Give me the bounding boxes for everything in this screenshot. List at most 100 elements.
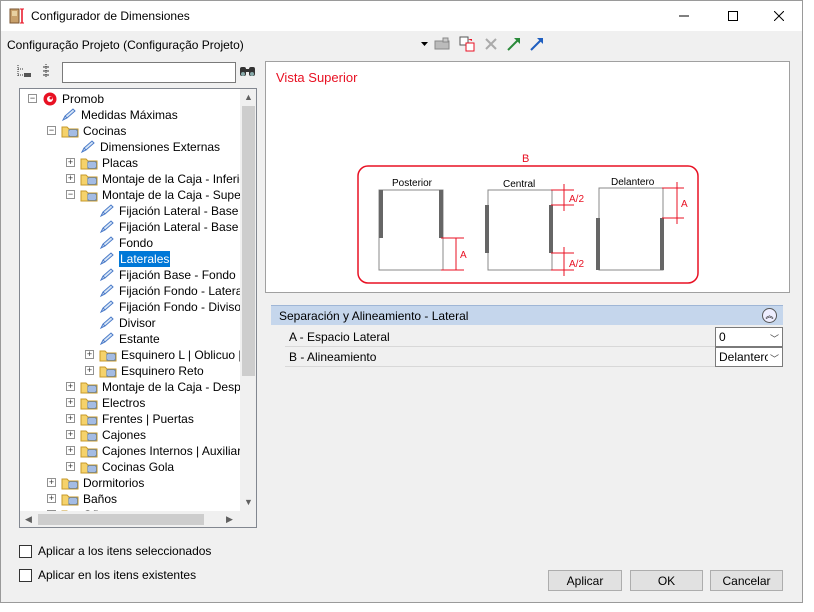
tree-item-label: Montaje de la Caja - Inferior xyxy=(102,172,240,186)
expand-all-button[interactable] xyxy=(15,63,33,82)
espacio-lateral-select[interactable]: 0 ﹀ xyxy=(715,327,783,347)
ok-button[interactable]: OK xyxy=(630,570,703,591)
tree-item[interactable]: Cajones xyxy=(80,427,146,443)
close-button[interactable] xyxy=(756,1,802,31)
tree-item-label: Fijación Lateral - Base Inf xyxy=(119,204,240,218)
folder-icon xyxy=(80,462,98,474)
app-icon xyxy=(9,8,24,24)
tree-expander-icon[interactable]: + xyxy=(66,398,75,407)
tree-expander-icon[interactable]: − xyxy=(47,126,56,135)
tree-item[interactable]: Fondo xyxy=(99,235,153,251)
scroll-left-icon[interactable]: ◀ xyxy=(25,514,32,525)
search-button[interactable] xyxy=(239,64,256,81)
tree-item[interactable]: Laterales xyxy=(99,251,171,267)
apply-selected-checkbox[interactable] xyxy=(19,544,32,558)
box-delantero xyxy=(598,187,664,271)
tree-item[interactable]: Montaje de la Caja - Inferior xyxy=(80,171,240,187)
config-tree[interactable]: − Promob Medidas Máximas − Cocinas Dimensione… xyxy=(19,88,257,528)
tree-expander-icon[interactable]: + xyxy=(66,382,75,391)
tree-item[interactable]: Fijación Fondo - Lateral xyxy=(99,283,240,299)
tree-expander-icon[interactable]: + xyxy=(66,462,75,471)
tree-item[interactable]: Frentes | Puertas xyxy=(80,411,194,427)
tree-expander-icon[interactable]: + xyxy=(47,494,56,503)
panel-delantero-left xyxy=(596,218,600,270)
tree-expander-icon[interactable]: + xyxy=(66,414,75,423)
dialog-window: Configurador de Dimensiones Configuração… xyxy=(0,0,803,603)
pencil-icon xyxy=(80,140,95,154)
folder-icon xyxy=(80,398,98,410)
collapse-all-button[interactable] xyxy=(39,63,53,82)
label-a2-bottom: A/2 xyxy=(569,259,584,270)
tree-expander-icon[interactable]: + xyxy=(66,430,75,439)
tree-item[interactable]: Dormitorios xyxy=(61,475,144,491)
alineamiento-select[interactable]: Delantero ﹀ xyxy=(715,347,783,367)
apply-existing-option[interactable]: Aplicar en los itens existentes xyxy=(19,568,196,582)
chevron-down-icon[interactable]: ﹀ xyxy=(767,352,779,365)
tree-expander-icon[interactable]: + xyxy=(66,446,75,455)
tree-item[interactable]: Estante xyxy=(99,331,160,347)
scroll-right-icon[interactable]: ▶ xyxy=(226,514,233,525)
tree-expander-icon[interactable]: + xyxy=(85,350,94,359)
scroll-down-icon[interactable]: ▼ xyxy=(244,497,253,507)
tree-item[interactable]: Medidas Máximas xyxy=(61,107,178,123)
tree-item[interactable]: Montaje de la Caja - Despens xyxy=(80,379,240,395)
tree-item[interactable]: Electros xyxy=(80,395,145,411)
tree-expander-icon[interactable]: + xyxy=(85,366,94,375)
properties-header[interactable]: Separación y Alineamiento - Lateral ︽ xyxy=(271,305,783,325)
tree-item-label: Esquinero Reto xyxy=(121,364,204,378)
tree-search-input[interactable] xyxy=(62,62,236,83)
pencil-icon xyxy=(99,204,114,218)
folder-icon xyxy=(61,126,79,138)
tree-item[interactable]: Divisor xyxy=(99,315,156,331)
apply-existing-checkbox[interactable] xyxy=(19,568,32,582)
tree-item[interactable]: Montaje de la Caja - Superior xyxy=(80,187,240,203)
tree-item[interactable]: Fijación Lateral - Base Inf xyxy=(99,203,240,219)
copy-config-icon[interactable] xyxy=(459,36,475,52)
vertical-scroll-thumb[interactable] xyxy=(242,106,255,376)
maximize-button[interactable] xyxy=(710,1,756,31)
tree-expander-icon[interactable]: − xyxy=(66,190,75,199)
cancel-button[interactable]: Cancelar xyxy=(710,570,783,591)
config-label: Configuração Projeto (Configuração Proje… xyxy=(7,38,244,52)
pencil-icon xyxy=(99,284,114,298)
import-icon[interactable] xyxy=(506,36,522,52)
tree-expander-icon[interactable]: + xyxy=(47,478,56,487)
tree-item[interactable]: Fijación Fondo - Divisoria xyxy=(99,299,240,315)
tree-expander-icon[interactable]: + xyxy=(66,174,75,183)
collapse-section-button[interactable]: ︽ xyxy=(762,308,777,323)
scroll-up-icon[interactable]: ▲ xyxy=(244,92,253,102)
tree-item[interactable]: Esquinero Reto xyxy=(99,363,204,379)
tree-item[interactable]: Esquinero L | Oblicuo | Cu xyxy=(99,347,240,363)
folder-icon xyxy=(80,174,98,186)
folder-icon xyxy=(80,382,98,394)
horizontal-scroll-thumb[interactable] xyxy=(38,514,204,525)
save-config-icon[interactable] xyxy=(434,36,450,52)
apply-selected-label: Aplicar a los itens seleccionados xyxy=(38,544,212,558)
label-a-posterior: A xyxy=(460,250,467,261)
minimize-button[interactable] xyxy=(661,1,707,31)
tree-item[interactable]: Dimensiones Externas xyxy=(80,139,220,155)
tree-item[interactable]: Promob xyxy=(42,91,104,107)
tree-item[interactable]: Cocinas Gola xyxy=(80,459,174,475)
folder-icon xyxy=(80,446,98,458)
dropdown-arrow-icon[interactable] xyxy=(419,36,429,52)
tree-horizontal-scrollbar[interactable]: ◀ ▶ xyxy=(20,511,240,527)
tree-item[interactable]: Cajones Internos | Auxiliares xyxy=(80,443,240,459)
delete-icon[interactable] xyxy=(483,36,499,52)
tree-item[interactable]: Fijación Lateral - Base Su xyxy=(99,219,240,235)
export-icon[interactable] xyxy=(529,36,545,52)
tree-item[interactable]: Placas xyxy=(80,155,138,171)
apply-selected-option[interactable]: Aplicar a los itens seleccionados xyxy=(19,544,211,558)
apply-button[interactable]: Aplicar xyxy=(548,570,622,591)
tree-item[interactable]: Cocinas xyxy=(61,123,126,139)
folder-icon xyxy=(80,190,98,202)
tree-item-label: Promob xyxy=(62,92,105,106)
tree-item-label: Fijación Lateral - Base Su xyxy=(119,220,240,234)
tree-item[interactable]: Fijación Base - Fondo xyxy=(99,267,236,283)
tree-item[interactable]: Baños xyxy=(61,491,117,507)
panel-posterior-left xyxy=(379,190,383,238)
chevron-down-icon[interactable]: ﹀ xyxy=(770,332,779,345)
tree-expander-icon[interactable]: − xyxy=(28,94,37,103)
tree-vertical-scrollbar[interactable]: ▲ ▼ xyxy=(240,89,256,511)
tree-expander-icon[interactable]: + xyxy=(66,158,75,167)
